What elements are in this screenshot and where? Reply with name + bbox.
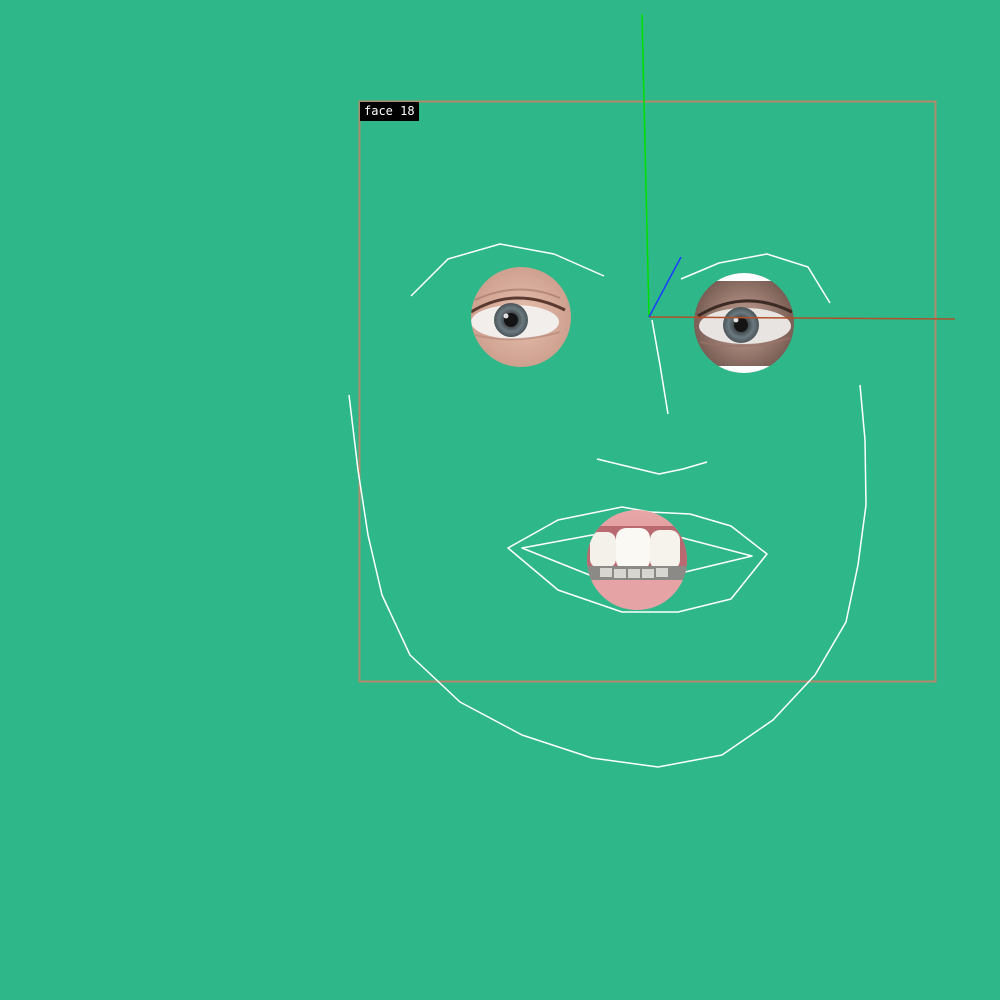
left-eye-photo [471,267,571,367]
background [0,0,1000,1000]
mouth-photo [587,510,687,610]
face-tracking-canvas [0,0,1000,1000]
face-id-label: face 18 [360,102,419,121]
